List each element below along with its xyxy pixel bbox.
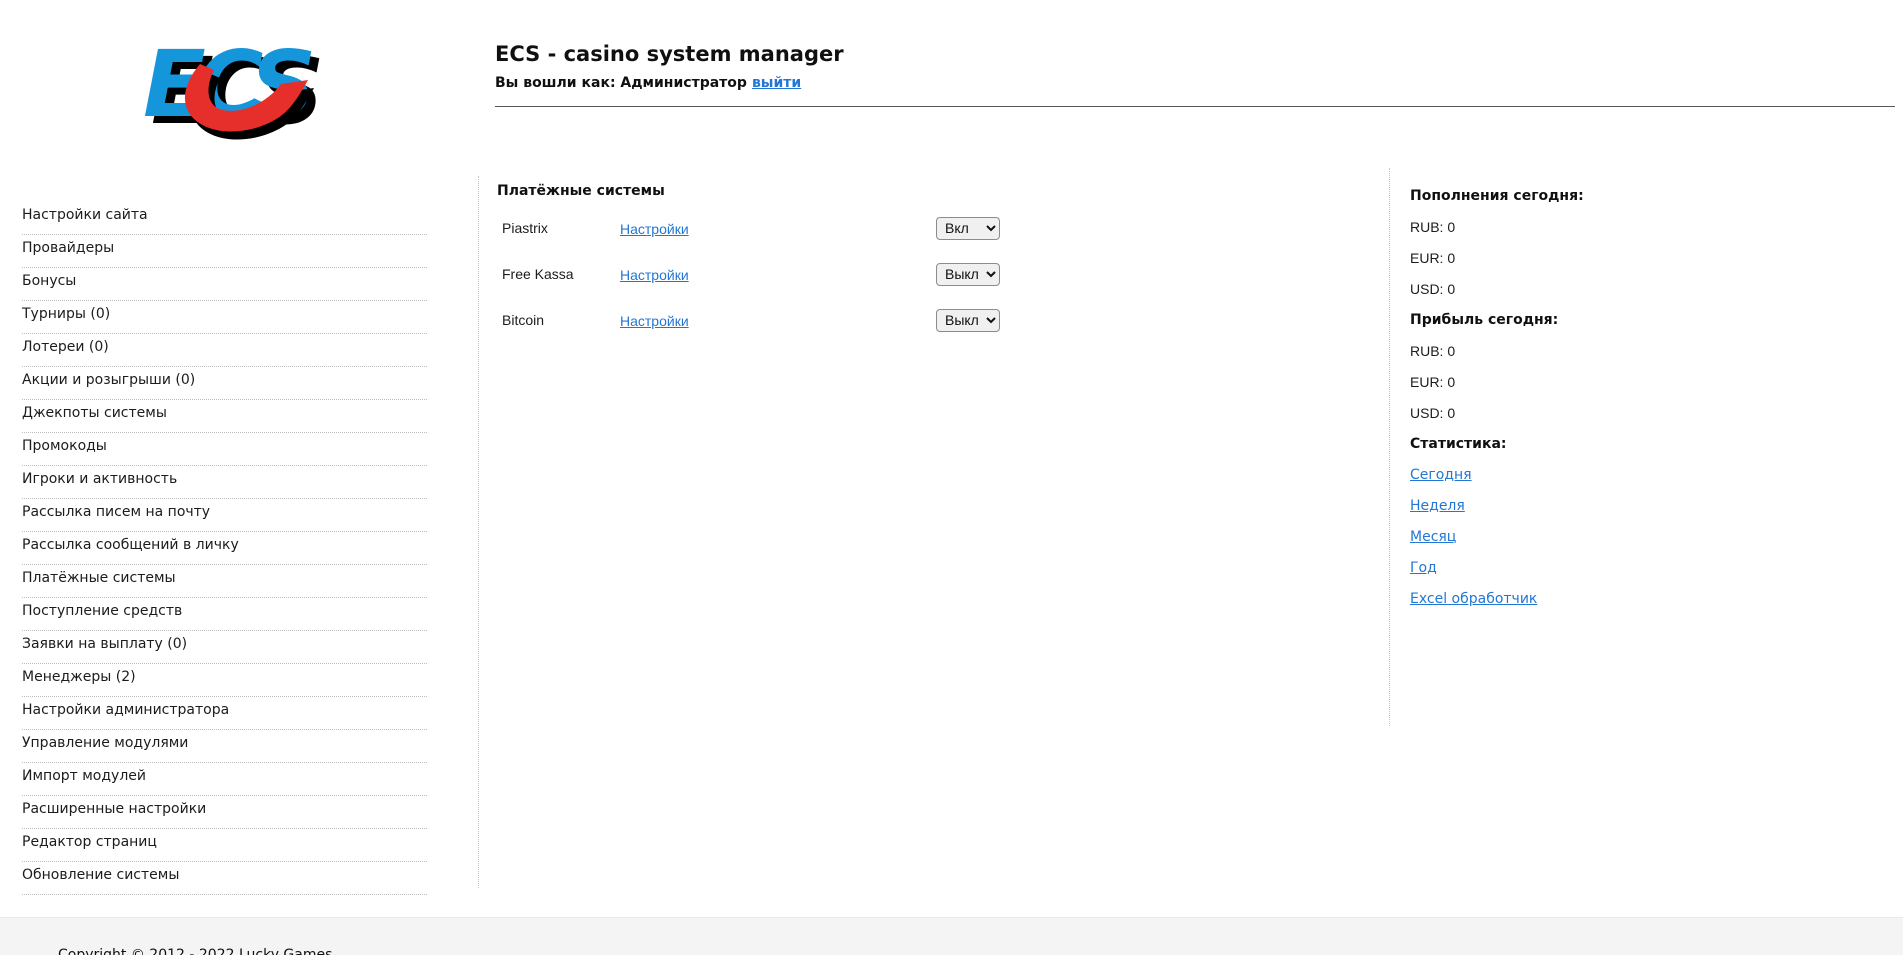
- sidebar-item-label: Акции и розыгрыши (0): [22, 372, 196, 388]
- statistics-link[interactable]: Сегодня: [1410, 467, 1472, 483]
- payment-state-select[interactable]: ВклВыкл: [936, 216, 1000, 240]
- payment-state-select[interactable]: ВклВыкл: [936, 262, 1000, 286]
- stats-panel: Пополнения сегодня: RUB: 0 EUR: 0 USD: 0…: [1410, 188, 1880, 622]
- currency-amount: USD: 0: [1410, 281, 1456, 297]
- sidebar-item[interactable]: Обновление системы: [22, 862, 427, 895]
- sidebar-item[interactable]: Джекпоты системы: [22, 400, 427, 433]
- footer: Copyright © 2012 - 2022 Lucky Games: [0, 917, 1903, 955]
- login-status-line: Вы вошли как: Администратор выйти: [495, 74, 844, 92]
- payment-link-cell: Настройки: [620, 265, 936, 284]
- sidebar-item[interactable]: Промокоды: [22, 433, 427, 466]
- sidebar-item-label: Заявки на выплату (0): [22, 636, 188, 652]
- payment-state-select[interactable]: ВклВыкл: [936, 308, 1000, 332]
- statistics-link-row: Год: [1410, 560, 1880, 591]
- sidebar-item-label: Джекпоты системы: [22, 405, 167, 421]
- payment-list: Piastrix Настройки ВклВыкл Free Kassa На…: [478, 205, 1389, 343]
- currency-amount: RUB: 0: [1410, 343, 1456, 359]
- logout-link[interactable]: выйти: [752, 75, 801, 91]
- profit-amount: USD: 0: [1410, 405, 1880, 436]
- sidebar-item-label: Настройки администратора: [22, 702, 230, 718]
- payment-row: Piastrix Настройки ВклВыкл: [478, 205, 1389, 251]
- sidebar-item-label: Поступление средств: [22, 603, 183, 619]
- deposits-heading: Пополнения сегодня:: [1410, 188, 1584, 204]
- sidebar-item[interactable]: Турниры (0): [22, 301, 427, 334]
- sidebar-item-label: Рассылка сообщений в личку: [22, 537, 239, 553]
- sidebar-item[interactable]: Платёжные системы: [22, 565, 427, 598]
- payment-settings-link[interactable]: Настройки: [620, 221, 689, 237]
- main-content: Платёжные системы Piastrix Настройки Вкл…: [478, 176, 1389, 343]
- sidebar-item[interactable]: Менеджеры (2): [22, 664, 427, 697]
- statistics-link[interactable]: Месяц: [1410, 529, 1456, 545]
- payment-name: Bitcoin: [502, 312, 545, 328]
- statistics-link-row: Месяц: [1410, 529, 1880, 560]
- sidebar-item[interactable]: Заявки на выплату (0): [22, 631, 427, 664]
- payment-settings-link[interactable]: Настройки: [620, 267, 689, 283]
- deposit-amount: EUR: 0: [1410, 250, 1880, 281]
- sidebar-item-label: Импорт модулей: [22, 768, 146, 784]
- sidebar-item-label: Промокоды: [22, 438, 107, 454]
- payment-name: Free Kassa: [502, 266, 574, 282]
- sidebar-item[interactable]: Провайдеры: [22, 235, 427, 268]
- sidebar-item[interactable]: Импорт модулей: [22, 763, 427, 796]
- sidebar-item[interactable]: Управление модулями: [22, 730, 427, 763]
- header: ECS - casino system manager Вы вошли как…: [495, 42, 844, 92]
- payment-settings-link[interactable]: Настройки: [620, 313, 689, 329]
- header-divider: [495, 106, 1895, 107]
- sidebar-item-label: Рассылка писем на почту: [22, 504, 211, 520]
- payment-link-cell: Настройки: [620, 311, 936, 330]
- sidebar-menu: Настройки сайта Провайдеры Бонусы Турнир…: [22, 202, 427, 895]
- currency-amount: RUB: 0: [1410, 219, 1456, 235]
- payment-row: Bitcoin Настройки ВклВыкл: [478, 297, 1389, 343]
- sidebar-item-label: Менеджеры (2): [22, 669, 136, 685]
- payment-name: Piastrix: [502, 220, 548, 236]
- statistics-link[interactable]: Excel обработчик: [1410, 591, 1537, 607]
- sidebar-item[interactable]: Поступление средств: [22, 598, 427, 631]
- statistics-link-row: Excel обработчик: [1410, 591, 1880, 622]
- sidebar-item-label: Платёжные системы: [22, 570, 176, 586]
- copyright-text: Copyright © 2012 - 2022 Lucky Games: [58, 947, 333, 955]
- sidebar-item-label: Расширенные настройки: [22, 801, 207, 817]
- statistics-link-row: Неделя: [1410, 498, 1880, 529]
- login-status-text: Вы вошли как: Администратор: [495, 75, 747, 91]
- sidebar-item[interactable]: Бонусы: [22, 268, 427, 301]
- sidebar-item[interactable]: Настройки администратора: [22, 697, 427, 730]
- sidebar-item-label: Провайдеры: [22, 240, 115, 256]
- profit-amount: RUB: 0: [1410, 343, 1880, 374]
- currency-amount: USD: 0: [1410, 405, 1456, 421]
- sidebar-item-label: Обновление системы: [22, 867, 180, 883]
- statistics-link[interactable]: Год: [1410, 560, 1437, 576]
- payment-row: Free Kassa Настройки ВклВыкл: [478, 251, 1389, 297]
- section-title: Платёжные системы: [497, 183, 665, 199]
- currency-amount: EUR: 0: [1410, 250, 1456, 266]
- sidebar-item-label: Лотереи (0): [22, 339, 109, 355]
- profit-heading: Прибыль сегодня:: [1410, 312, 1559, 328]
- sidebar-item[interactable]: Рассылка сообщений в личку: [22, 532, 427, 565]
- profit-amount: EUR: 0: [1410, 374, 1880, 405]
- sidebar-item[interactable]: Лотереи (0): [22, 334, 427, 367]
- sidebar-item-label: Управление модулями: [22, 735, 189, 751]
- sidebar-item-label: Редактор страниц: [22, 834, 157, 850]
- sidebar-item-label: Турниры (0): [22, 306, 111, 322]
- statistics-link-row: Сегодня: [1410, 467, 1880, 498]
- sidebar-item[interactable]: Настройки сайта: [22, 202, 427, 235]
- deposit-amount: USD: 0: [1410, 281, 1880, 312]
- sidebar-item[interactable]: Рассылка писем на почту: [22, 499, 427, 532]
- statistics-link[interactable]: Неделя: [1410, 498, 1465, 514]
- sidebar-item[interactable]: Игроки и активность: [22, 466, 427, 499]
- sidebar-item-label: Бонусы: [22, 273, 77, 289]
- payment-link-cell: Настройки: [620, 219, 936, 238]
- sidebar-item-label: Настройки сайта: [22, 207, 148, 223]
- sidebar-item-label: Игроки и активность: [22, 471, 178, 487]
- ecs-logo-image: ECS ECS: [143, 31, 330, 145]
- page: ECS ECS ECS - casino system manager Вы в…: [0, 0, 1903, 955]
- ecs-logo: ECS ECS: [138, 22, 338, 152]
- sidebar-item[interactable]: Редактор страниц: [22, 829, 427, 862]
- page-title: ECS - casino system manager: [495, 42, 844, 66]
- sidebar-item[interactable]: Расширенные настройки: [22, 796, 427, 829]
- stats-separator: [1389, 168, 1390, 726]
- statistics-heading: Статистика:: [1410, 436, 1507, 452]
- sidebar-item[interactable]: Акции и розыгрыши (0): [22, 367, 427, 400]
- deposit-amount: RUB: 0: [1410, 219, 1880, 250]
- currency-amount: EUR: 0: [1410, 374, 1456, 390]
